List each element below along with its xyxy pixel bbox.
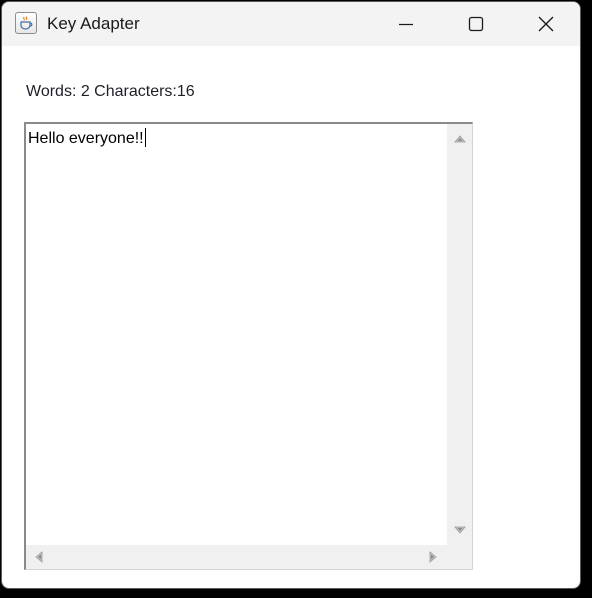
word-character-count-label: Words: 2 Characters:16 xyxy=(26,83,195,100)
text-area-text: Hello everyone!! xyxy=(28,130,144,147)
minimize-button[interactable] xyxy=(371,2,441,46)
scroll-right-arrow-icon[interactable] xyxy=(427,551,439,563)
scroll-left-arrow-icon[interactable] xyxy=(33,551,45,563)
horizontal-scrollbar[interactable] xyxy=(26,545,447,569)
maximize-button[interactable] xyxy=(441,2,511,46)
text-caret xyxy=(144,128,146,147)
app-window: Key Adapter Words: 2 Characters:16 Hello… xyxy=(1,1,581,589)
window-title: Key Adapter xyxy=(47,14,140,33)
close-icon xyxy=(538,16,554,32)
close-button[interactable] xyxy=(511,2,580,46)
java-cup-icon xyxy=(15,12,37,34)
text-area[interactable]: Hello everyone!! xyxy=(26,124,447,545)
maximize-icon xyxy=(468,16,484,32)
title-bar[interactable]: Key Adapter xyxy=(2,2,580,46)
scrollbar-corner xyxy=(447,545,472,569)
vertical-scrollbar[interactable] xyxy=(447,124,472,545)
scroll-down-arrow-icon[interactable] xyxy=(454,524,466,536)
text-scroll-pane: Hello everyone!! xyxy=(24,122,473,570)
minimize-icon xyxy=(399,23,413,26)
text-area-content: Hello everyone!! xyxy=(28,128,146,148)
scroll-up-arrow-icon[interactable] xyxy=(454,133,466,145)
